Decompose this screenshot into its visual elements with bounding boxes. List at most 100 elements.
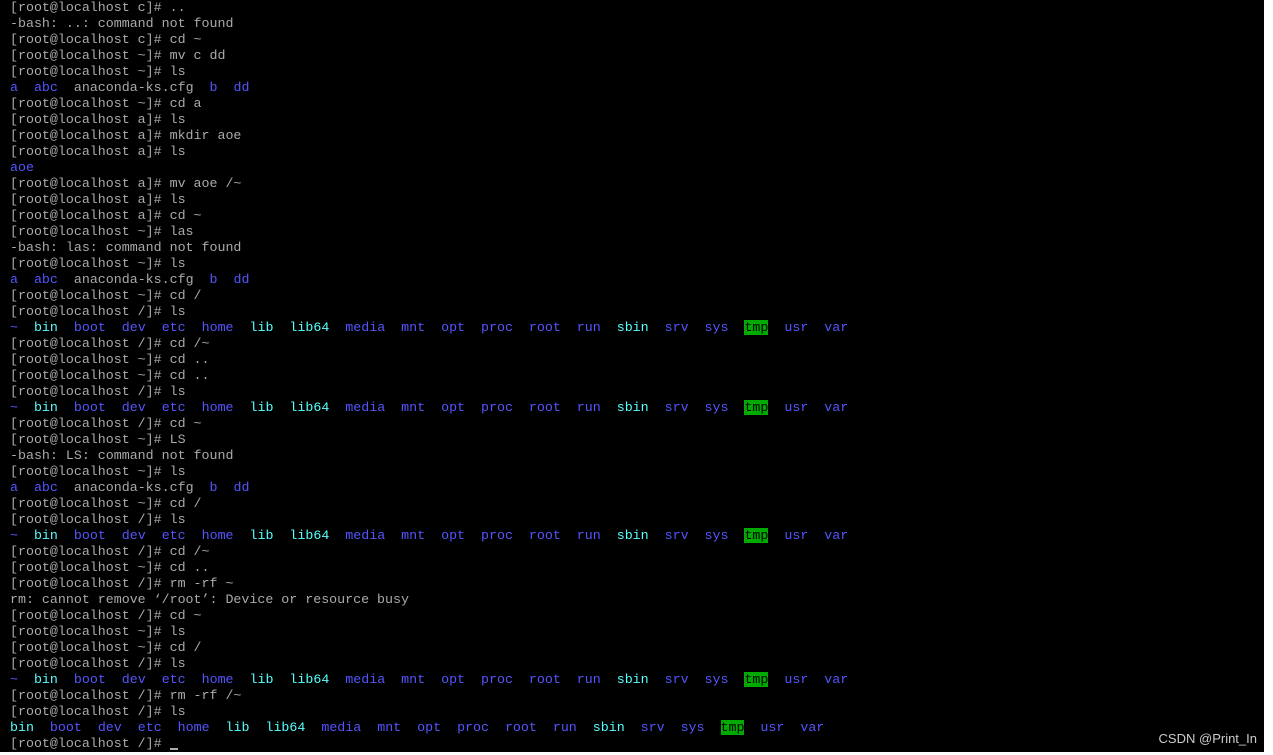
terminal-line: -bash: ..: command not found (10, 16, 1273, 32)
directory-entry: lib (225, 720, 250, 735)
terminal-text: [root@localhost ~]# cd .. (10, 368, 210, 383)
directory-entry: a (10, 80, 18, 95)
terminal-line: a abc anaconda-ks.cfg b dd (10, 80, 1273, 96)
directory-entry: srv (664, 672, 689, 687)
directory-entry: run (576, 400, 601, 415)
terminal-line: [root@localhost ~]# cd .. (10, 352, 1273, 368)
terminal-line: ~ bin boot dev etc home lib lib64 media … (10, 400, 1273, 416)
terminal-output[interactable]: [root@localhost c]# .. -bash: ..: command… (10, 0, 1273, 752)
terminal-text: [root@localhost /]# cd /~ (10, 336, 210, 351)
terminal-line: a abc anaconda-ks.cfg b dd (10, 272, 1273, 288)
directory-entry: lib64 (289, 320, 330, 335)
terminal-line: [root@localhost ~]# las (10, 224, 1273, 240)
directory-entry: boot (73, 320, 106, 335)
terminal-window[interactable]: [root@localhost c]# .. -bash: ..: command… (0, 0, 1273, 755)
terminal-line: [root@localhost /]# ls (10, 304, 1273, 320)
terminal-line: [root@localhost /]# ls (10, 704, 1273, 720)
directory-entry: ~ (10, 320, 18, 335)
terminal-line: [root@localhost /]# ls (10, 512, 1273, 528)
directory-entry: run (576, 672, 601, 687)
directory-entry: tmp (744, 672, 769, 687)
directory-entry: mnt (401, 672, 426, 687)
directory-entry: sbin (616, 320, 649, 335)
directory-entry: srv (664, 528, 689, 543)
terminal-text: [root@localhost /]# cd ~ (10, 416, 202, 431)
terminal-line: [root@localhost ~]# cd / (10, 640, 1273, 656)
directory-entry: ~ (10, 528, 18, 543)
directory-entry: etc (161, 672, 186, 687)
directory-entry: abc (33, 80, 58, 95)
terminal-text: rm: cannot remove ‘/root’: Device or res… (10, 592, 409, 607)
terminal-text: [root@localhost a]# ls (10, 192, 186, 207)
terminal-text: [root@localhost /]# (10, 736, 170, 751)
terminal-line: [root@localhost c]# cd ~ (10, 32, 1273, 48)
terminal-line: [root@localhost ~]# LS (10, 432, 1273, 448)
terminal-text: [root@localhost ~]# cd .. (10, 352, 210, 367)
directory-entry: media (345, 528, 386, 543)
terminal-text: [root@localhost /]# ls (10, 512, 186, 527)
directory-entry: proc (481, 672, 513, 687)
terminal-line: a abc anaconda-ks.cfg b dd (10, 480, 1273, 496)
directory-entry: etc (161, 528, 186, 543)
terminal-line: [root@localhost a]# ls (10, 144, 1273, 160)
directory-entry: root (504, 720, 537, 735)
terminal-text: [root@localhost ~]# las (10, 224, 194, 239)
directory-entry: boot (49, 720, 82, 735)
terminal-line: -bash: las: command not found (10, 240, 1273, 256)
directory-entry: srv (664, 320, 689, 335)
directory-entry: opt (441, 320, 466, 335)
terminal-text: -bash: las: command not found (10, 240, 242, 255)
directory-entry: sys (704, 320, 729, 335)
terminal-text: [root@localhost /]# rm -rf ~ (10, 576, 234, 591)
directory-entry: abc (33, 480, 58, 495)
terminal-text: [root@localhost a]# mv aoe /~ (10, 176, 242, 191)
directory-entry: opt (441, 400, 466, 415)
terminal-line: [root@localhost /]# (10, 736, 1273, 752)
terminal-text: [root@localhost /]# rm -rf /~ (10, 688, 242, 703)
terminal-line: ~ bin boot dev etc home lib lib64 media … (10, 320, 1273, 336)
directory-entry: ~ (10, 400, 18, 415)
directory-entry: proc (457, 720, 489, 735)
terminal-line: -bash: LS: command not found (10, 448, 1273, 464)
terminal-text: [root@localhost ~]# ls (10, 624, 186, 639)
directory-entry: proc (481, 320, 513, 335)
terminal-text: [root@localhost ~]# cd / (10, 288, 202, 303)
directory-entry: bin (33, 400, 58, 415)
directory-entry: run (576, 528, 601, 543)
directory-entry: media (321, 720, 362, 735)
directory-entry: tmp (744, 320, 769, 335)
terminal-text: [root@localhost a]# cd ~ (10, 208, 202, 223)
